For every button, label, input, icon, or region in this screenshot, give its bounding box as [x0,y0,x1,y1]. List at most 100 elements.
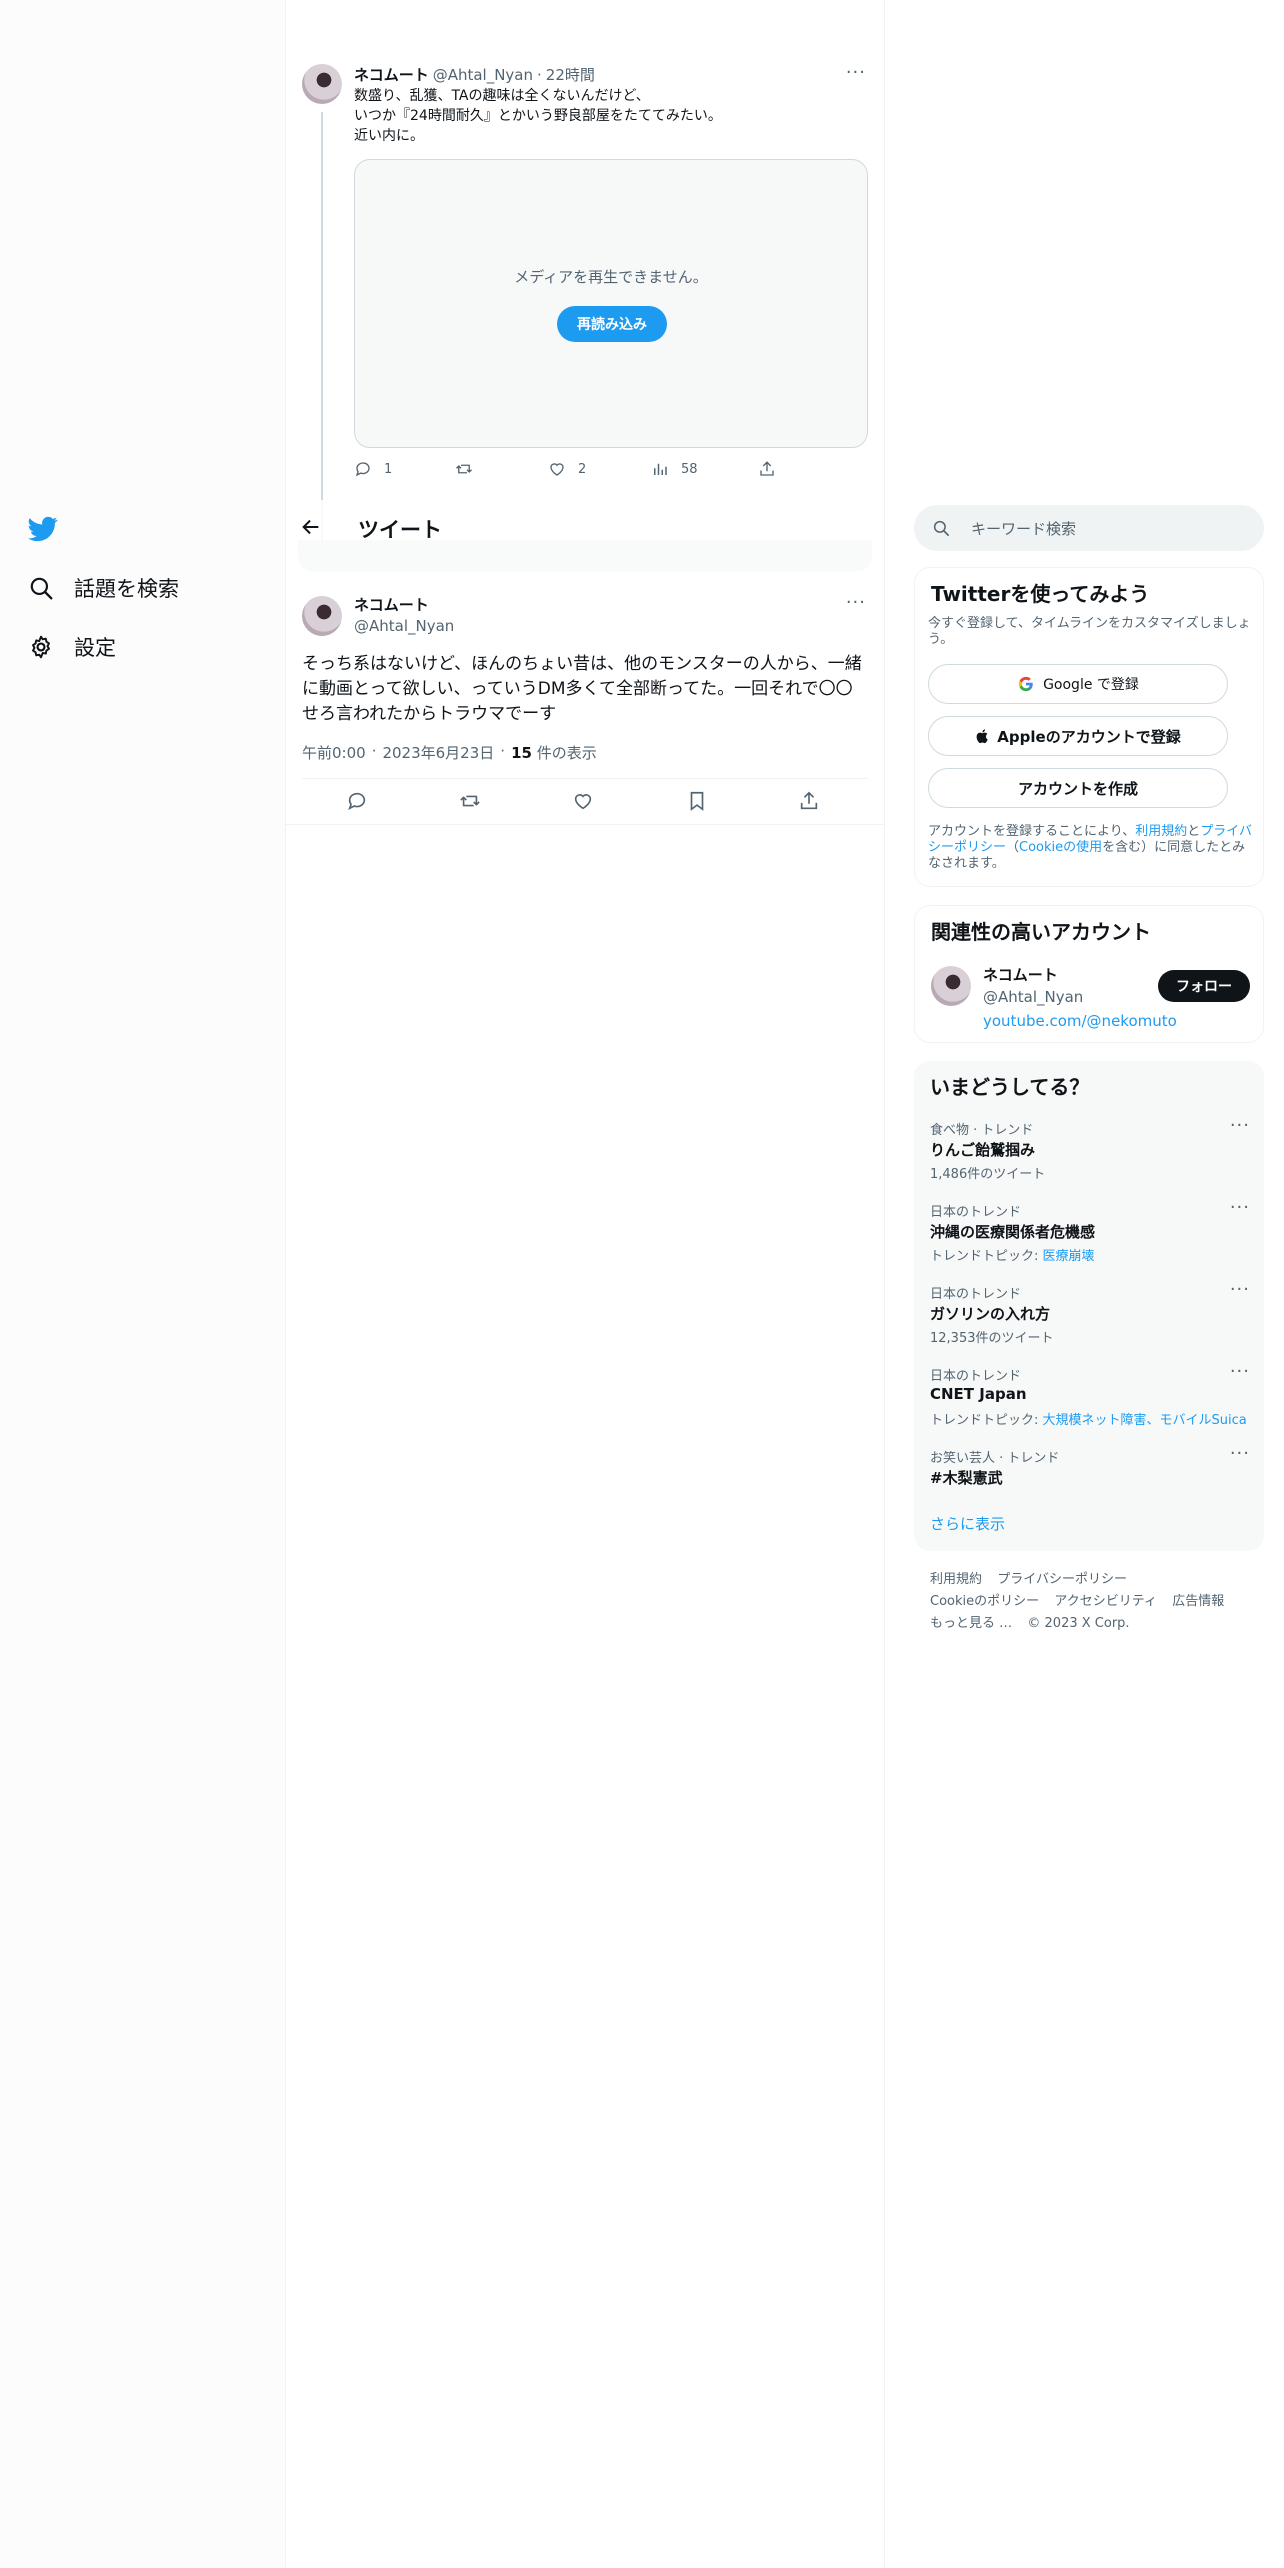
share-button[interactable] [758,460,776,478]
retweet-button[interactable] [454,460,474,478]
views-count: 15 [511,744,532,762]
like-button[interactable] [572,790,594,816]
trend-item[interactable]: 日本のトレンド CNET Japan トレンドトピック: 大規模ネット障害、モバ… [914,1361,1264,1437]
tweet-text: 数盛り、乱獲、TAの趣味は全くないんだけど、 いつか『24時間耐久』とかいう野良… [354,88,722,144]
trend-topic-link[interactable]: 大規模ネット障害、モバイルSuica [1043,1413,1247,1428]
footer-link[interactable]: Cookieのポリシー [930,1594,1039,1609]
separator: · [371,742,377,760]
trend-name: #木梨憲武 [930,1469,1003,1487]
footer-link[interactable]: 利用規約 [930,1572,982,1587]
author-handle[interactable]: @Ahtal_Nyan [354,617,454,635]
nav-explore[interactable]: 話題を検索 [28,573,179,603]
search-input[interactable]: キーワード検索 [971,518,1076,539]
retweet-icon [460,795,480,807]
divider [286,824,884,825]
footer-link[interactable]: 広告情報 [1172,1594,1224,1609]
footer-link[interactable]: プライバシーポリシー [997,1572,1127,1587]
tweet-date[interactable]: 2023年6月23日 [382,742,494,763]
author-name[interactable]: ネコムート [354,64,429,85]
google-signup-button[interactable]: Google で登録 [928,664,1228,704]
share-icon [800,791,818,810]
divider [302,778,868,779]
views-label: 件の表示 [536,744,597,762]
reply-button[interactable] [346,790,368,816]
back-button[interactable] [300,516,322,542]
footer: 利用規約 プライバシーポリシー Cookieのポリシー アクセシビリティ 広告情… [930,1568,1250,1634]
more-icon[interactable]: ··· [1230,1115,1250,1136]
left-nav: 話題を検索 設定 [0,0,285,2568]
trend-topic-link[interactable]: 医療崩壊 [1043,1249,1095,1264]
create-account-button[interactable]: アカウントを作成 [928,768,1228,808]
avatar[interactable] [931,966,971,1006]
more-icon[interactable]: ··· [846,62,866,83]
trend-name: 沖縄の医療関係者危機感 [930,1223,1096,1241]
more-icon[interactable]: ··· [1230,1197,1250,1218]
nav-settings-label: 設定 [74,636,116,660]
terms-link[interactable]: 利用規約 [1135,824,1187,839]
like-button[interactable]: 2 [548,460,586,478]
footer-link[interactable]: もっと見る … [930,1616,1012,1631]
bookmark-button[interactable] [686,790,708,816]
reply-button[interactable]: 1 [354,460,392,478]
show-more-link[interactable]: さらに表示 [930,1513,1005,1534]
search-bar[interactable]: キーワード検索 [914,505,1264,551]
view-count: 58 [681,461,698,477]
relevant-accounts-card: 関連性の高いアカウント ネコムート @Ahtal_Nyan youtube.co… [914,905,1264,1043]
center-right-border [884,0,885,2568]
apple-signup-button[interactable]: Appleのアカウントで登録 [928,716,1228,756]
more-icon[interactable]: ··· [1230,1279,1250,1300]
back-arrow-icon [302,519,319,535]
more-icon[interactable]: ··· [846,592,866,613]
bookmark-icon [690,791,704,811]
twitter-logo[interactable] [28,514,58,544]
author-handle[interactable]: @Ahtal_Nyan [433,66,533,84]
trend-name: りんご飴鷲掴み [930,1141,1036,1159]
share-button[interactable] [798,790,820,816]
terms-text: アカウントを登録することにより、 [928,824,1136,839]
trend-item[interactable]: 日本のトレンド 沖縄の医療関係者危機感 トレンドトピック: 医療崩壊 ··· [914,1197,1264,1273]
reload-button[interactable]: 再読み込み [557,306,667,342]
heart-icon [574,794,592,810]
account-handle[interactable]: @Ahtal_Nyan [983,988,1083,1006]
reply-icon [348,792,366,810]
trend-item[interactable]: お笑い芸人 · トレンド #木梨憲武 ··· [914,1443,1264,1497]
terms-text: （ [1006,840,1020,855]
trend-meta: 12,353件のツイート [930,1331,1054,1346]
tweet-text: そっち系はないけど、ほんのちょい昔は、他のモンスターの人から、一緒に動画とって欲… [302,654,862,724]
account-url[interactable]: youtube.com/@nekomuto [983,1012,1177,1030]
more-icon[interactable]: ··· [1230,1361,1250,1382]
tweet-time[interactable]: 22時間 [546,64,595,85]
nav-settings[interactable]: 設定 [28,632,116,662]
heart-icon [550,463,564,476]
cookie-link[interactable]: Cookieの使用 [1019,840,1102,855]
signup-subtitle: 今すぐ登録して、タイムラインをカスタマイズしましょう。 [928,616,1251,647]
like-count: 2 [578,461,587,477]
more-icon[interactable]: ··· [1230,1443,1250,1464]
trend-category: お笑い芸人 · トレンド [930,1451,1060,1466]
faded-notice [298,540,872,572]
trend-category: 食べ物 · トレンド [930,1123,1034,1138]
parent-tweet[interactable]: ネコムート @Ahtal_Nyan · 22時間 ··· 数盛り、乱獲、TAの趣… [286,60,884,552]
retweet-button[interactable] [458,790,482,816]
google-signup-label: Google で登録 [1043,677,1139,693]
trend-item[interactable]: 日本のトレンド ガソリンの入れ方 12,353件のツイート ··· [914,1279,1264,1355]
media-player[interactable]: メディアを再生できません。 再読み込み [354,159,868,448]
focused-tweet: ネコムート @Ahtal_Nyan ··· そっち系はないけど、ほんのちょい昔は… [286,590,884,825]
trend-item[interactable]: 食べ物 · トレンド りんご飴鷲掴み 1,486件のツイート ··· [914,1115,1264,1191]
trend-category: 日本のトレンド [930,1205,1022,1220]
search-icon [30,577,53,600]
separator: · [537,65,542,84]
views-button[interactable]: 58 [651,460,698,478]
signup-terms: アカウントを登録することにより、利用規約とプライバシーポリシー（Cookieの使… [928,824,1253,872]
avatar[interactable] [302,596,342,636]
analytics-icon [654,463,667,475]
tweet-time[interactable]: 午前0:00 [302,742,366,763]
reply-icon [355,462,370,477]
follow-button[interactable]: フォロー [1158,970,1250,1002]
media-error-text: メディアを再生できません。 [514,268,708,286]
account-name[interactable]: ネコムート [983,964,1058,985]
avatar[interactable] [302,64,342,104]
timeline-column: ネコムート @Ahtal_Nyan · 22時間 ··· 数盛り、乱獲、TAの趣… [286,0,884,2568]
footer-link[interactable]: アクセシビリティ [1054,1594,1157,1609]
author-name[interactable]: ネコムート [354,594,454,615]
